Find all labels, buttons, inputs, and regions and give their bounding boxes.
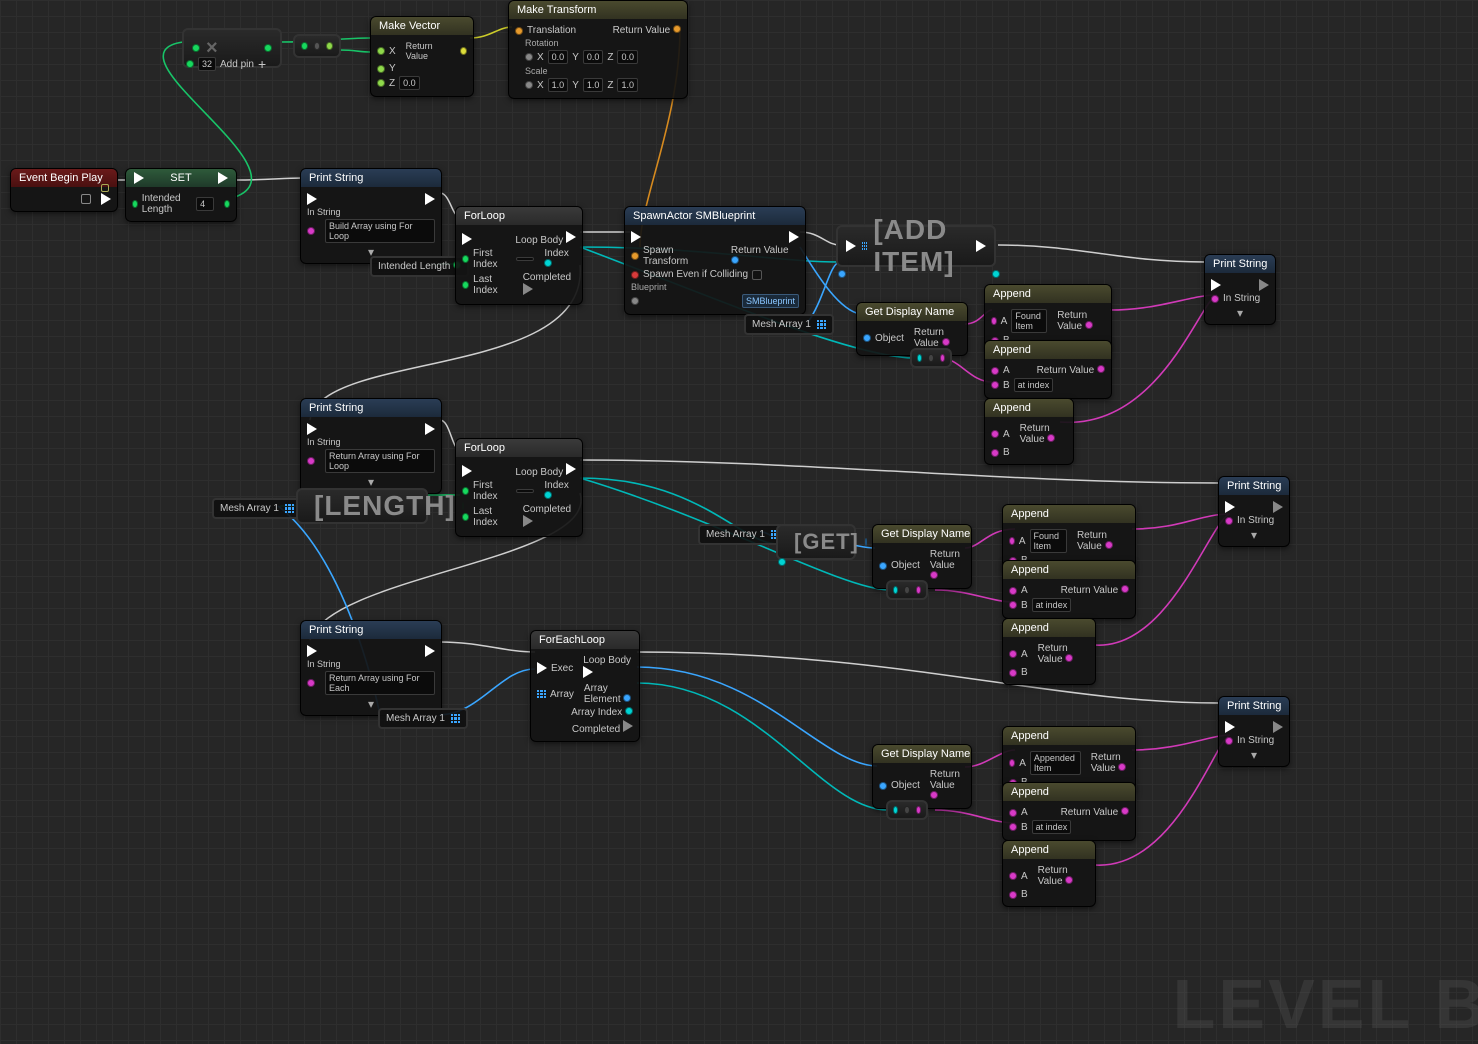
array-pin-icon[interactable]	[817, 320, 826, 329]
mt-title: Make Transform	[509, 1, 687, 19]
spawn-actor-node[interactable]: SpawnActor SMBlueprint Spawn TransformRe…	[624, 206, 806, 315]
print-string-2-node[interactable]: Print String In String Return Array usin…	[300, 398, 442, 494]
out-pin[interactable]	[264, 44, 272, 52]
append-2b[interactable]: Append AReturn Value B at index	[1002, 560, 1136, 619]
level-blueprint-watermark: LEVEL B	[1173, 964, 1478, 1044]
delegate-pin[interactable]	[81, 194, 91, 204]
var-name: Intended Length	[142, 193, 186, 215]
array-in-pin[interactable]	[862, 242, 867, 251]
event-begin-play-node[interactable]: Event Begin Play	[10, 168, 118, 212]
addpin-label: Add pin	[220, 59, 254, 70]
forloop-2-node[interactable]: ForLoop Loop Body First Index Index Last…	[455, 438, 583, 537]
print-side-1[interactable]: Print String In String ▾	[1204, 254, 1276, 325]
append-3c[interactable]: Append AReturn Value B	[1002, 840, 1096, 907]
ps1-input[interactable]: Build Array using For Loop	[325, 219, 435, 243]
in-a-pin[interactable]	[192, 44, 200, 52]
multiply-addpin-row[interactable]: 32 Add pin +	[186, 56, 266, 72]
append-1c[interactable]: Append AReturn Value B	[984, 398, 1074, 465]
forloop-1-node[interactable]: ForLoop Loop Body First Index Index Last…	[455, 206, 583, 305]
add-item-node[interactable]: [ADD ITEM]	[836, 225, 996, 267]
print-string-3-node[interactable]: Print String In String Return Array usin…	[300, 620, 442, 716]
print-side-2[interactable]: Print String In String ▾	[1218, 476, 1290, 547]
exec-out[interactable]	[218, 172, 228, 184]
value-input[interactable]: 4	[196, 197, 214, 211]
mesh-array-1-var-c[interactable]: Mesh Array 1	[698, 524, 788, 545]
collide-checkbox[interactable]	[752, 270, 762, 280]
exec-in[interactable]	[134, 172, 144, 184]
append-3b[interactable]: Append AReturn Value B at index	[1002, 782, 1136, 841]
reroute-2[interactable]	[886, 580, 928, 600]
return-pin[interactable]	[673, 25, 681, 33]
print-string-1-node[interactable]: Print String In String Build Array using…	[300, 168, 442, 264]
append-1b[interactable]: Append AReturn Value B at index	[984, 340, 1112, 399]
print-side-3[interactable]: Print String In String ▾	[1218, 696, 1290, 767]
reroute-3[interactable]	[886, 800, 928, 820]
append-2c[interactable]: Append AReturn Value B	[1002, 618, 1096, 685]
get-node[interactable]: [GET]	[776, 524, 856, 560]
make-vector-node[interactable]: Make Vector XReturn Value Y Z 0.0	[370, 16, 474, 97]
mesh-array-1-var-b[interactable]: Mesh Array 1	[212, 498, 302, 519]
make-transform-node[interactable]: Make Transform TranslationReturn Value R…	[508, 0, 688, 99]
int-to-float-node[interactable]	[293, 34, 341, 58]
exec-out[interactable]	[101, 193, 111, 205]
mesh-array-1-var-a[interactable]: Mesh Array 1	[744, 314, 834, 335]
mv-title: Make Vector	[371, 17, 473, 35]
return-pin[interactable]	[460, 47, 467, 55]
set-intended-length-node[interactable]: SET Intended Length 4	[125, 168, 237, 222]
reroute-1[interactable]	[910, 348, 952, 368]
event-title: Event Begin Play	[11, 169, 117, 187]
mesh-array-1-var-d[interactable]: Mesh Array 1	[378, 708, 468, 729]
foreachloop-node[interactable]: ForEachLoop ExecLoop Body ArrayArray Ele…	[530, 630, 640, 742]
addpin-plus-icon[interactable]: +	[258, 56, 266, 72]
multiply-value-input[interactable]: 32	[198, 57, 216, 71]
z-input[interactable]: 0.0	[399, 76, 420, 90]
ps1-title: Print String	[301, 169, 441, 187]
set-title: SET	[170, 172, 191, 184]
length-node[interactable]: [LENGTH]	[296, 488, 428, 524]
out-pin[interactable]	[224, 200, 230, 208]
blueprint-select[interactable]: SMBlueprint	[742, 294, 799, 308]
